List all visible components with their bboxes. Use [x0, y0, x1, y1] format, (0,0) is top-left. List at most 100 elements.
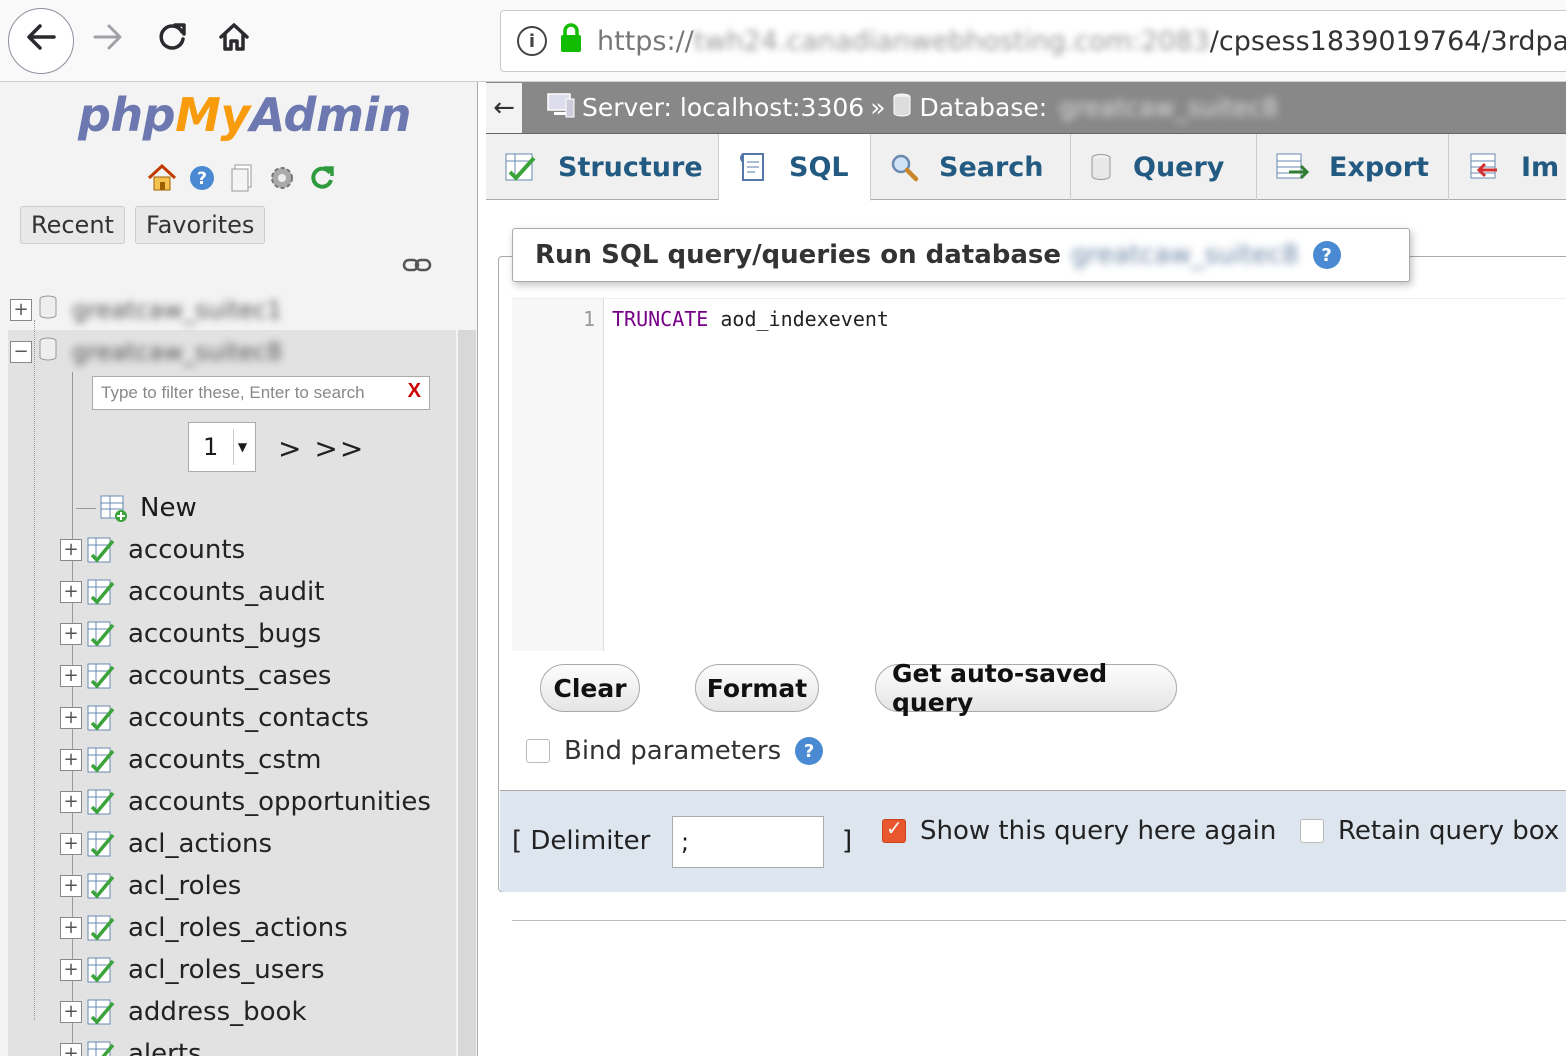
search-icon	[889, 152, 919, 182]
table-item[interactable]: + acl_actions	[60, 824, 272, 864]
help-icon[interactable]: ?	[1312, 241, 1341, 269]
database-link-name[interactable]: greatcaw_suitec8	[1059, 93, 1278, 122]
tab-query[interactable]: Query	[1071, 134, 1257, 200]
home-button[interactable]	[210, 12, 258, 70]
sql-code-text: aod_indexevent	[708, 307, 889, 331]
expand-icon[interactable]: +	[60, 833, 82, 855]
get-autosaved-query-button[interactable]: Get auto-saved query	[875, 659, 1177, 717]
link-icon[interactable]	[402, 256, 432, 278]
expand-icon[interactable]: +	[60, 749, 82, 771]
expand-icon[interactable]: +	[60, 665, 82, 687]
logo-my: My	[175, 88, 250, 142]
expand-icon[interactable]: +	[60, 1001, 82, 1023]
table-icon	[86, 535, 116, 565]
table-name[interactable]: accounts_audit	[128, 577, 324, 607]
expand-icon[interactable]: +	[60, 581, 82, 603]
expand-icon[interactable]: +	[60, 875, 82, 897]
table-item[interactable]: + accounts_bugs	[60, 614, 321, 654]
recent-tab[interactable]: Recent	[20, 206, 125, 244]
table-name[interactable]: alerts	[128, 1039, 202, 1056]
table-item[interactable]: + address_book	[60, 992, 307, 1032]
retain-query-box-label[interactable]: Retain query box	[1338, 816, 1559, 846]
table-item[interactable]: + alerts	[60, 1034, 202, 1056]
bind-parameters-row: Bind parameters ?	[526, 736, 824, 766]
table-item[interactable]: + accounts_opportunities	[60, 782, 431, 822]
bind-parameters-label[interactable]: Bind parameters	[564, 736, 781, 766]
format-button[interactable]: Format	[695, 664, 819, 712]
table-name[interactable]: accounts_bugs	[128, 619, 321, 649]
help-icon[interactable]: ?	[186, 162, 218, 194]
show-query-again-label[interactable]: Show this query here again	[920, 816, 1276, 846]
retain-query-box-checkbox[interactable]	[1300, 819, 1324, 843]
help-icon[interactable]: ?	[795, 737, 824, 765]
show-query-again-checkbox[interactable]	[882, 816, 906, 843]
bind-parameters-checkbox[interactable]	[526, 739, 550, 763]
expand-icon[interactable]: +	[60, 707, 82, 729]
expand-icon[interactable]: +	[60, 623, 82, 645]
forward-button[interactable]	[84, 12, 132, 70]
tab-label: Query	[1133, 151, 1225, 183]
database-item[interactable]: + greatcaw_suitec1	[10, 290, 282, 330]
clear-button[interactable]: Clear	[540, 664, 640, 712]
expand-icon[interactable]: +	[60, 959, 82, 981]
chevron-down-icon: ▼	[233, 429, 251, 465]
page-select[interactable]: 1 ▼	[188, 422, 256, 472]
table-name[interactable]: acl_roles_actions	[128, 913, 348, 943]
url-bar[interactable]: i https:// twh24.canadianwebhosting.com:…	[500, 10, 1566, 72]
table-item[interactable]: + accounts_cstm	[60, 740, 322, 780]
sql-editor[interactable]: 1 TRUNCATE aod_indexevent	[512, 298, 1566, 651]
home-icon[interactable]	[146, 162, 178, 194]
expand-icon[interactable]: +	[10, 299, 32, 321]
table-icon	[86, 997, 116, 1027]
nav-scrollbar[interactable]	[458, 330, 476, 1056]
delimiter-input[interactable]: ;	[672, 816, 824, 868]
table-name[interactable]: accounts_cases	[128, 661, 331, 691]
tab-import[interactable]: Im	[1449, 134, 1566, 200]
table-item[interactable]: + accounts_contacts	[60, 698, 369, 738]
favorites-tab[interactable]: Favorites	[135, 206, 266, 244]
expand-icon[interactable]: +	[60, 791, 82, 813]
table-filter-input[interactable]: Type to filter these, Enter to search X	[92, 376, 430, 410]
database-item[interactable]: − greatcaw_suitec8	[10, 332, 282, 372]
table-icon	[86, 829, 116, 859]
table-name[interactable]: acl_roles	[128, 871, 241, 901]
table-name[interactable]: acl_roles_users	[128, 955, 325, 985]
server-link[interactable]: Server: localhost:3306	[582, 93, 864, 122]
table-name[interactable]: address_book	[128, 997, 307, 1027]
code-line[interactable]: TRUNCATE aod_indexevent	[612, 307, 889, 331]
table-name[interactable]: acl_actions	[128, 829, 272, 859]
documentation-icon[interactable]	[226, 162, 258, 194]
table-item[interactable]: + acl_roles	[60, 866, 241, 906]
divider	[512, 920, 1566, 921]
phpmyadmin-logo[interactable]: phpMyAdmin	[78, 88, 411, 142]
table-name[interactable]: accounts	[128, 535, 245, 565]
reload-nav-icon[interactable]	[306, 162, 338, 194]
lock-icon[interactable]	[559, 22, 583, 60]
table-item[interactable]: + acl_roles_actions	[60, 908, 348, 948]
info-icon[interactable]: i	[517, 26, 547, 56]
table-item[interactable]: + acl_roles_users	[60, 950, 325, 990]
table-item[interactable]: + accounts_cases	[60, 656, 331, 696]
table-name[interactable]: accounts_opportunities	[128, 787, 431, 817]
clear-filter-icon[interactable]: X	[408, 380, 421, 403]
expand-icon[interactable]: +	[60, 1043, 82, 1056]
expand-icon[interactable]: +	[60, 917, 82, 939]
reload-button[interactable]	[148, 12, 196, 70]
collapse-icon[interactable]: −	[10, 341, 32, 363]
table-name[interactable]: accounts_contacts	[128, 703, 369, 733]
expand-icon[interactable]: +	[60, 539, 82, 561]
collapse-nav-button[interactable]: ←	[486, 82, 522, 133]
tab-structure[interactable]: Structure	[486, 134, 719, 200]
settings-icon[interactable]	[266, 162, 298, 194]
table-item[interactable]: + accounts	[60, 530, 245, 570]
tab-sql[interactable]: SQL	[719, 134, 871, 201]
database-link-label[interactable]: Database:	[919, 93, 1047, 122]
tab-search[interactable]: Search	[871, 134, 1071, 200]
tab-export[interactable]: Export	[1257, 134, 1449, 200]
new-table-item[interactable]: New	[76, 488, 197, 528]
next-page-links[interactable]: > >>	[278, 432, 365, 465]
back-button[interactable]	[8, 8, 74, 74]
table-item[interactable]: + accounts_audit	[60, 572, 324, 612]
table-name[interactable]: accounts_cstm	[128, 745, 322, 775]
arrow-left-icon	[24, 20, 58, 63]
